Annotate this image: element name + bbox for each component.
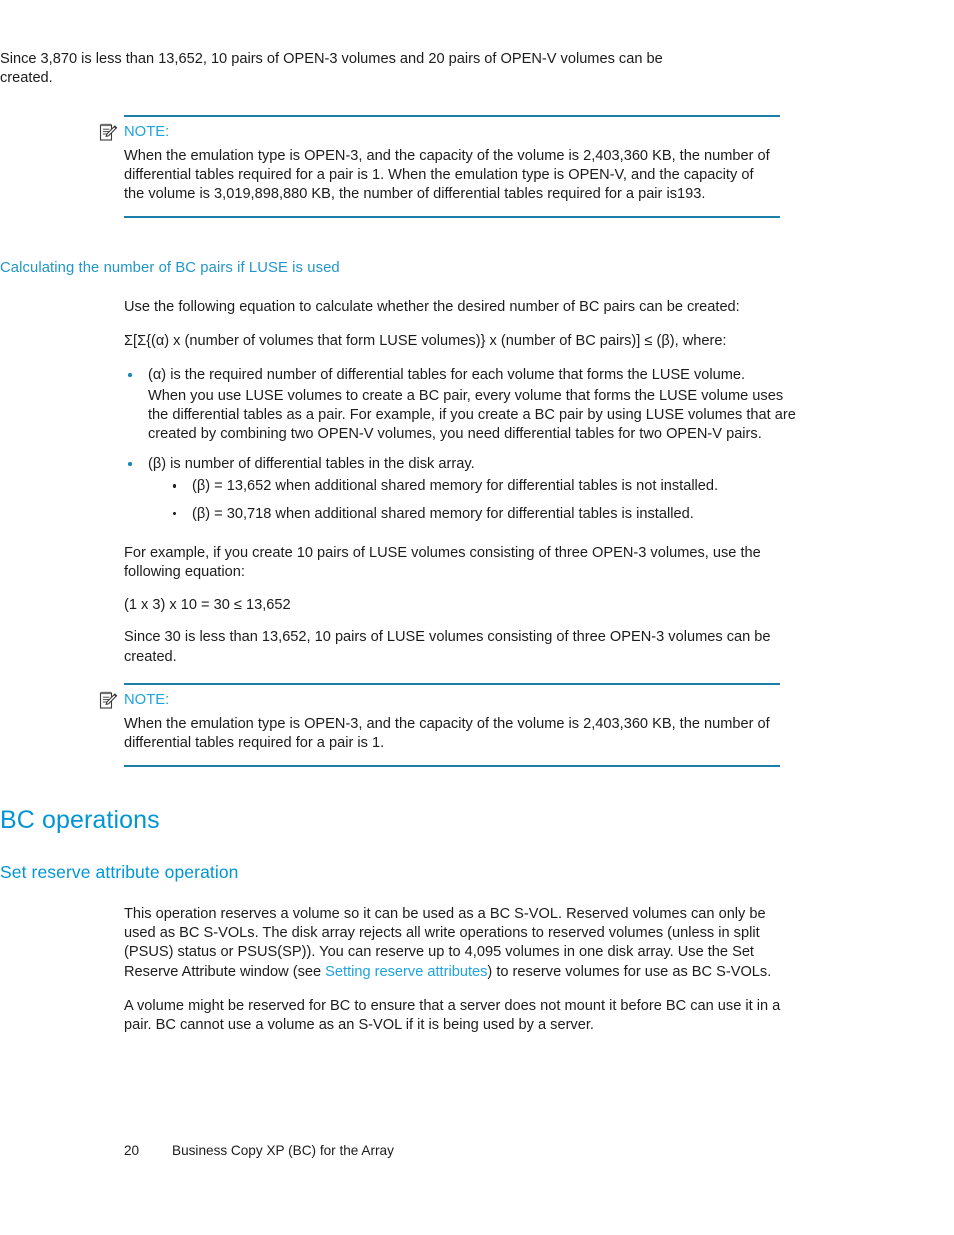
note-label: NOTE:	[124, 123, 170, 140]
subsection-set-reserve-attribute: Set reserve attribute operation This ope…	[0, 862, 800, 1035]
subsection-content: This operation reserves a volume so it c…	[124, 905, 800, 1035]
luse-sub-bullet-list: (β) = 13,652 when additional shared memo…	[148, 477, 800, 523]
bullet-continuation: When you use LUSE volumes to create a BC…	[148, 387, 796, 443]
luse-bullet-list: (α) is the required number of differenti…	[124, 366, 800, 523]
note-admonition-1: NOTE: When the emulation type is OPEN-3,…	[98, 115, 780, 218]
bullet-dot-icon	[128, 373, 132, 377]
section-luse: Calculating the number of BC pairs if LU…	[0, 260, 800, 667]
section-heading-luse: Calculating the number of BC pairs if LU…	[0, 260, 340, 276]
luse-content: Use the following equation to calculate …	[124, 298, 800, 667]
note-bottom-rule	[124, 765, 780, 767]
document-page: Since 3,870 is less than 13,652, 10 pair…	[0, 0, 954, 1235]
page-footer: 20 Business Copy XP (BC) for the Array	[124, 1143, 394, 1158]
list-item: (β) = 30,718 when additional shared memo…	[172, 505, 800, 524]
footer-running-title: Business Copy XP (BC) for the Array	[172, 1143, 394, 1158]
note-body-text: When the emulation type is OPEN-3, and t…	[124, 147, 770, 202]
footer-page-number: 20	[124, 1143, 140, 1158]
page-title: BC operations	[0, 806, 160, 834]
sub-bullet-text: (β) = 30,718 when additional shared memo…	[192, 505, 694, 522]
note-body-text: When the emulation type is OPEN-3, and t…	[124, 715, 770, 751]
luse-equation: Σ[Σ{(α) x (number of volumes that form L…	[124, 333, 727, 350]
luse-example-equation: (1 x 3) x 10 = 30 ≤ 13,652	[124, 597, 291, 614]
note-bottom-rule	[124, 216, 780, 218]
bullet-dot-icon	[173, 511, 177, 516]
subsection-heading: Set reserve attribute operation	[0, 862, 239, 882]
reserve-paragraph-2: A volume might be reserved for BC to ens…	[124, 997, 781, 1034]
bullet-dot-icon	[173, 484, 177, 488]
note-label: NOTE:	[124, 691, 170, 708]
bullet-text: (β) is number of differential tables in …	[148, 456, 475, 473]
setting-reserve-attributes-link[interactable]: Setting reserve attributes	[325, 964, 487, 980]
list-item: (β) is number of differential tables in …	[128, 455, 800, 524]
luse-example-intro: For example, if you create 10 pairs of L…	[124, 544, 761, 581]
intro-paragraph: Since 3,870 is less than 13,652, 10 pair…	[0, 51, 663, 87]
section-bc-operations: BC operations	[0, 806, 742, 835]
list-item: (β) = 13,652 when additional shared memo…	[172, 477, 800, 496]
reserve-paragraph-1: This operation reserves a volume so it c…	[124, 905, 800, 982]
note-header: NOTE:	[98, 685, 780, 712]
luse-lead-paragraph: Use the following equation to calculate …	[124, 299, 740, 315]
list-item: (α) is the required number of differenti…	[128, 366, 800, 444]
bullet-dot-icon	[128, 462, 132, 466]
reserve-paragraph-1-part-b: ) to reserve volumes for use as BC S-VOL…	[487, 963, 772, 980]
note-admonition-2: NOTE: When the emulation type is OPEN-3,…	[98, 683, 780, 767]
intro-block: Since 3,870 is less than 13,652, 10 pair…	[0, 50, 676, 88]
luse-example-result: Since 30 is less than 13,652, 10 pairs o…	[124, 629, 771, 665]
note-header: NOTE:	[98, 117, 780, 144]
note-pencil-icon	[98, 691, 118, 711]
sub-bullet-text: (β) = 13,652 when additional shared memo…	[192, 478, 719, 495]
bullet-text: (α) is the required number of differenti…	[148, 367, 746, 384]
note-pencil-icon	[98, 123, 118, 143]
